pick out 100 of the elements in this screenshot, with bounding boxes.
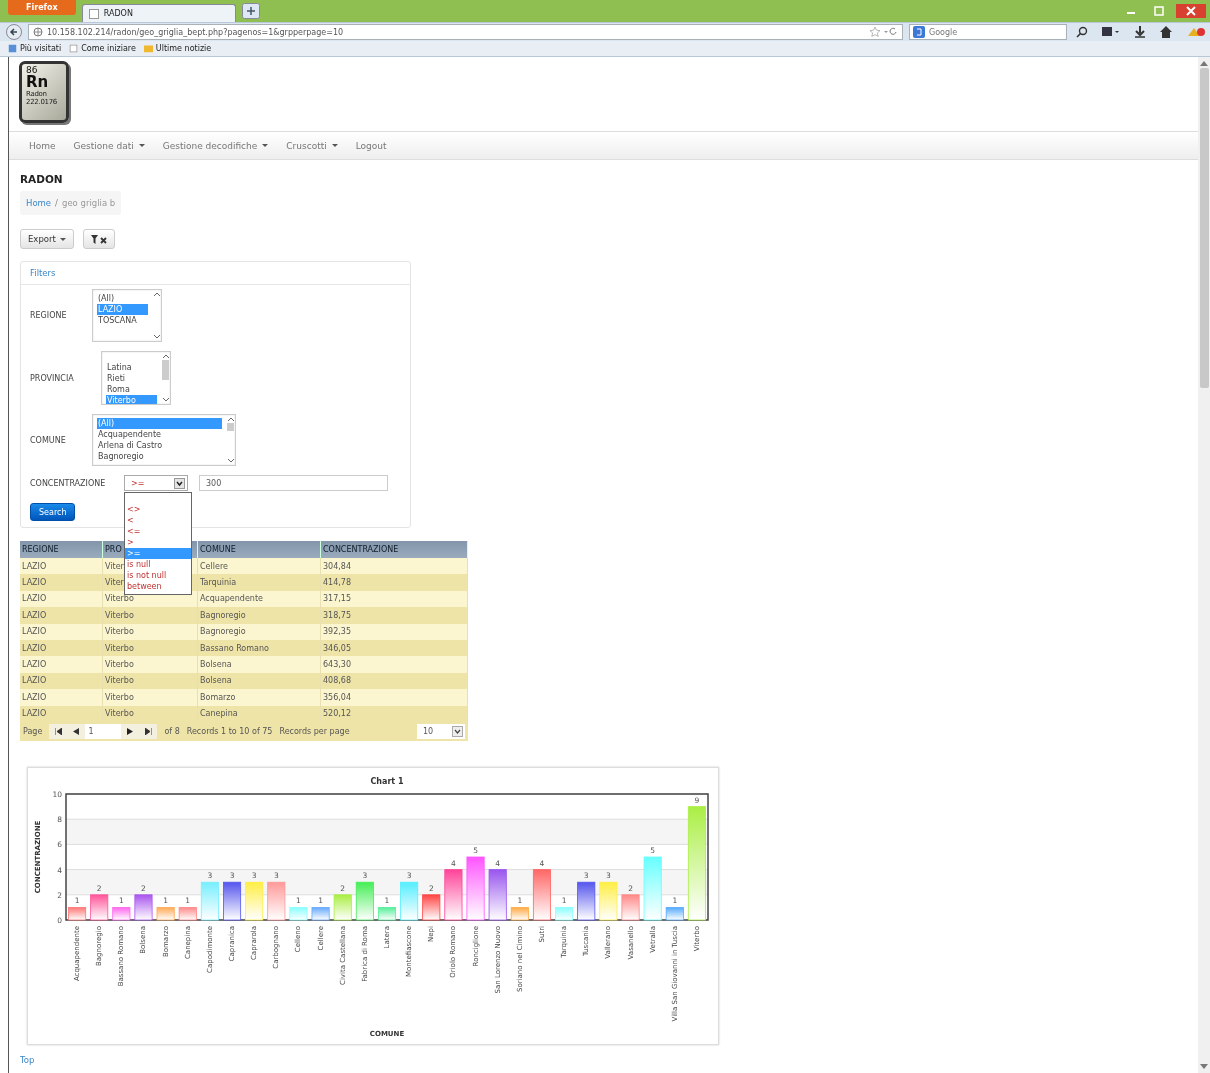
first-page-button[interactable] — [49, 723, 68, 739]
nav-link[interactable]: Gestione dati — [73, 140, 145, 151]
nav-link[interactable]: Home — [29, 140, 56, 151]
listbox[interactable]: Latina Rieti Roma Viterbo — [101, 351, 171, 405]
table-cell: 643,30 — [320, 656, 468, 673]
close-icon[interactable] — [1176, 4, 1206, 18]
new-tab-icon[interactable] — [241, 3, 260, 19]
filters-title[interactable]: Filters — [21, 262, 410, 285]
dropdown-option[interactable]: <= — [125, 526, 191, 537]
nav-link[interactable]: Cruscotti — [286, 140, 338, 151]
bookmark-link[interactable]: Più visitati — [8, 44, 62, 53]
table-cell: Cellere — [197, 558, 321, 575]
clear-filter-button[interactable] — [82, 229, 115, 249]
list-option[interactable]: (All) — [97, 293, 148, 304]
listbox[interactable]: (All) Acquapendente Arlena di Castro Bagnoregio — [92, 414, 236, 466]
scrollbar-thumb[interactable] — [1199, 68, 1209, 388]
export-button[interactable]: Export — [20, 229, 74, 249]
table-cell: LAZIO — [20, 689, 103, 706]
dropdown-option[interactable]: > — [125, 537, 191, 548]
scroll-down-icon[interactable] — [1200, 1064, 1208, 1070]
list-option[interactable]: Roma — [106, 384, 157, 395]
table-cell: LAZIO — [20, 607, 103, 624]
scroll-up-icon[interactable] — [162, 354, 169, 358]
page-count: of 8 — [164, 726, 180, 736]
next-page-button[interactable] — [121, 723, 140, 739]
search-button[interactable]: Search — [30, 503, 76, 521]
search-field[interactable]: Google — [909, 24, 1067, 40]
field-label: CONCENTRAZIONE — [30, 478, 107, 488]
page-icon — [88, 8, 99, 19]
list-option[interactable]: Bagnoregio — [97, 451, 222, 462]
element-number: 86 — [26, 66, 39, 75]
browser-menu-button[interactable]: Firefox — [8, 0, 76, 15]
breadcrumb-link[interactable]: Home — [26, 198, 52, 208]
table-cell: LAZIO — [20, 574, 103, 591]
breadcrumb-current: geo griglia b — [62, 198, 116, 208]
last-page-icon — [144, 727, 152, 735]
table-cell: Viterbo — [102, 607, 198, 624]
table-cell: Viterbo — [102, 689, 198, 706]
page-icon — [69, 44, 79, 53]
list-option[interactable]: Rieti — [106, 373, 157, 384]
folder-icon — [143, 44, 153, 53]
table-cell: Viterbo — [102, 656, 198, 673]
scrollbar-thumb[interactable] — [227, 423, 234, 431]
value-field[interactable]: 300 — [199, 475, 388, 491]
per-page-dropdown[interactable]: 10 — [417, 723, 465, 739]
scroll-up-icon[interactable] — [227, 417, 234, 421]
table-cell: Tarquinia — [197, 574, 321, 591]
per-page-label: Records per page — [279, 726, 350, 736]
breadcrumb-separator: / — [55, 198, 58, 208]
star-icon[interactable] — [870, 27, 898, 37]
top-link[interactable]: Top — [20, 1054, 35, 1065]
scrollbar[interactable] — [1198, 57, 1210, 1073]
scrollbar-thumb[interactable] — [162, 360, 169, 380]
table-cell: 318,75 — [320, 607, 468, 624]
table-cell: 356,04 — [320, 689, 468, 706]
download-icon[interactable] — [1134, 26, 1146, 38]
table-cell: Bolsena — [197, 656, 321, 673]
listbox[interactable]: (All) LAZIO TOSCANA — [92, 289, 162, 342]
list-option[interactable]: Acquapendente — [97, 429, 222, 440]
caret-icon — [59, 237, 66, 241]
search-icon[interactable] — [1076, 26, 1088, 38]
browser-tab[interactable]: RADON — [81, 4, 236, 22]
operator-dropdown[interactable]: >= — [124, 475, 188, 491]
table-cell: 414,78 — [320, 574, 468, 591]
bookmark-link[interactable]: Ultime notizie — [143, 44, 212, 53]
list-option[interactable]: Latina — [106, 362, 157, 373]
scroll-down-icon[interactable] — [153, 335, 160, 339]
list-option[interactable]: Arlena di Castro — [97, 440, 222, 451]
scroll-up-icon[interactable] — [153, 292, 160, 296]
dropdown-option[interactable]: <> — [125, 504, 191, 515]
filter-clear-icon — [90, 234, 107, 244]
bookmark-link[interactable]: Come iniziare — [69, 44, 136, 53]
previous-page-button[interactable] — [67, 723, 86, 739]
chart-title: Chart 1 — [370, 776, 404, 786]
bookmark-icon — [8, 44, 17, 53]
pager-label: Page — [23, 726, 43, 736]
table-cell: Bagnoregio — [197, 607, 321, 624]
back-icon[interactable] — [6, 24, 22, 40]
field-label: PROVINCIA — [30, 373, 75, 383]
scroll-down-icon[interactable] — [162, 398, 169, 402]
nav-link[interactable]: Logout — [355, 140, 387, 151]
dropdown-option[interactable]: < — [125, 515, 191, 526]
table-cell: LAZIO — [20, 558, 103, 575]
nav-link[interactable]: Gestione decodifiche — [162, 140, 269, 151]
list-option[interactable]: TOSCANA — [97, 315, 148, 326]
field-label: REGIONE — [30, 311, 68, 320]
address-field[interactable]: 10.158.102.214/radon/geo_griglia_bept.php?pagenos=1&grpperpage=10 — [28, 24, 903, 40]
dropdown-arrow-icon — [174, 477, 185, 489]
scroll-down-icon[interactable] — [227, 459, 234, 463]
first-page-icon — [54, 727, 62, 735]
scroll-up-icon[interactable] — [1200, 60, 1208, 66]
column-header[interactable]: REGIONE — [20, 541, 103, 558]
column-header[interactable]: COMUNE — [197, 541, 321, 558]
column-header[interactable]: CONCENTRAZIONE — [320, 541, 468, 558]
dropdown-option[interactable]: between — [125, 581, 191, 592]
home-icon[interactable] — [1160, 26, 1172, 38]
dropdown-option[interactable]: is null — [125, 559, 191, 570]
last-page-button[interactable] — [139, 723, 158, 739]
table-cell: 304,84 — [320, 558, 468, 575]
page-number-field[interactable]: 1 — [85, 723, 122, 739]
